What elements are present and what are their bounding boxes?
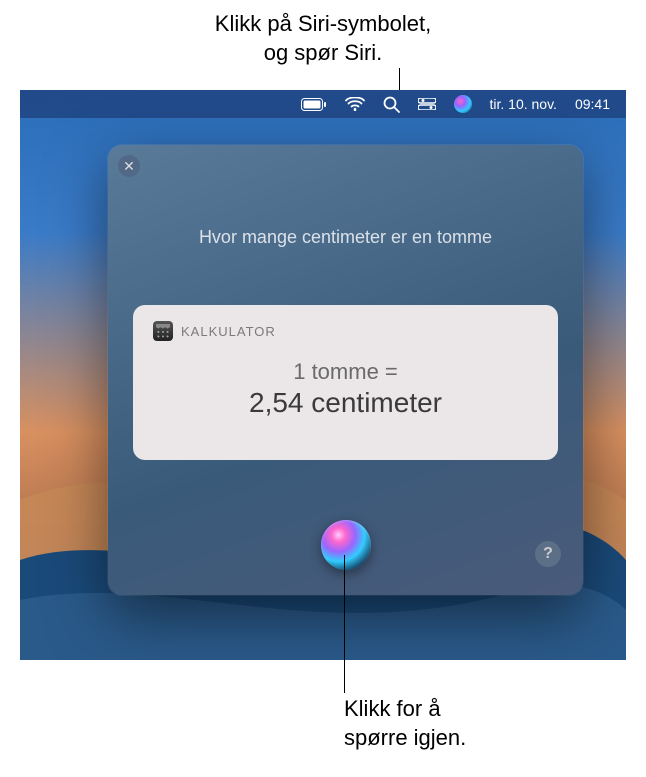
result-card: KALKULATOR 1 tomme = 2,54 centimeter xyxy=(133,305,558,460)
siri-ask-again-button[interactable] xyxy=(321,520,371,570)
siri-window: ✕ Hvor mange centimeter er en tomme KALK… xyxy=(108,145,583,595)
callout-line-bottom xyxy=(344,555,345,693)
callout-top-line2: og spør Siri. xyxy=(264,40,383,65)
menubar-date[interactable]: tir. 10. nov. xyxy=(490,96,557,112)
menubar-time[interactable]: 09:41 xyxy=(575,96,610,112)
card-app-label: KALKULATOR xyxy=(181,324,276,339)
desktop: tir. 10. nov. 09:41 ✕ Hvor mange centime… xyxy=(20,90,626,660)
result-line2: 2,54 centimeter xyxy=(153,387,538,419)
close-icon: ✕ xyxy=(123,158,135,175)
card-header: KALKULATOR xyxy=(153,321,538,341)
callout-top: Klikk på Siri-symbolet, og spør Siri. xyxy=(0,10,646,67)
callout-bottom: Klikk for å spørre igjen. xyxy=(344,695,466,752)
callout-line-top xyxy=(399,68,400,90)
help-icon: ? xyxy=(543,545,553,563)
callout-bottom-line1: Klikk for å xyxy=(344,696,441,721)
siri-menubar-icon[interactable] xyxy=(454,90,472,118)
callout-top-line1: Klikk på Siri-symbolet, xyxy=(215,11,431,36)
wifi-icon[interactable] xyxy=(345,90,365,118)
help-button[interactable]: ? xyxy=(535,541,561,567)
calculator-icon xyxy=(153,321,173,341)
result-line1: 1 tomme = xyxy=(153,359,538,385)
control-center-icon[interactable] xyxy=(418,90,436,118)
menubar: tir. 10. nov. 09:41 xyxy=(20,90,626,118)
close-button[interactable]: ✕ xyxy=(118,155,140,177)
battery-icon[interactable] xyxy=(301,90,327,118)
result-text: 1 tomme = 2,54 centimeter xyxy=(153,359,538,419)
siri-query-text: Hvor mange centimeter er en tomme xyxy=(108,227,583,248)
spotlight-search-icon[interactable] xyxy=(383,90,400,118)
callout-bottom-line2: spørre igjen. xyxy=(344,725,466,750)
